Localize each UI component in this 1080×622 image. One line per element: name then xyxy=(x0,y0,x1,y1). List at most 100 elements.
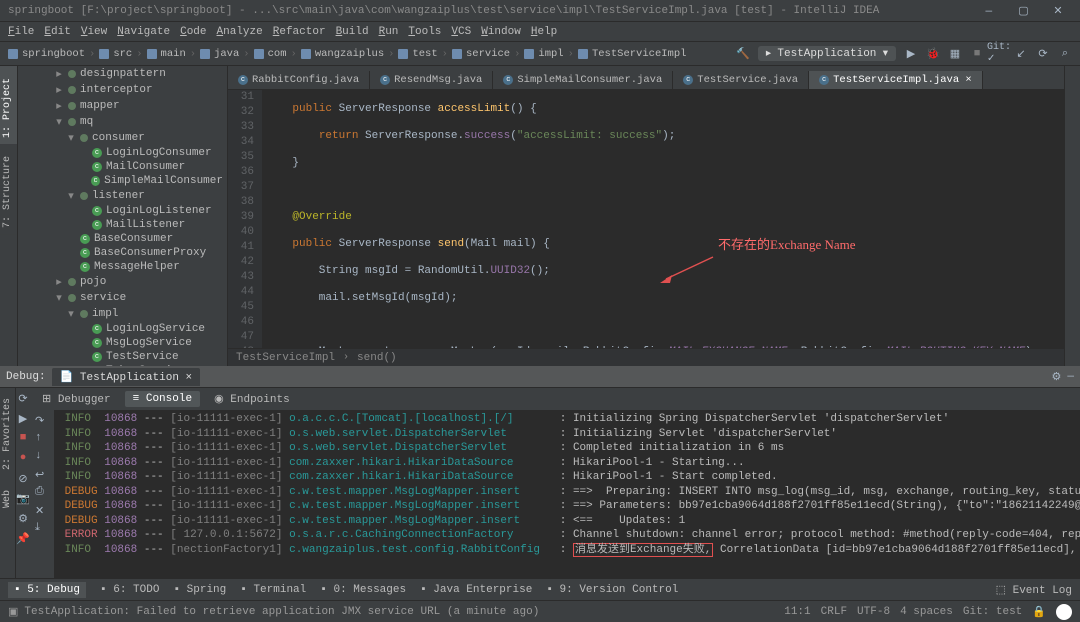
breadcrumb-item[interactable]: wangzaiplus xyxy=(315,48,384,60)
git-label[interactable]: Git: ✓ xyxy=(992,47,1006,61)
editor-breadcrumb[interactable]: TestServiceImpl › send() xyxy=(228,348,1064,366)
debug-session-tab[interactable]: 📄 TestApplication × xyxy=(52,368,201,386)
editor-tab[interactable]: cTestService.java xyxy=(673,71,809,89)
git-history-icon[interactable]: ⟳ xyxy=(1036,47,1050,61)
tree-item-listener[interactable]: ▾listener xyxy=(18,188,227,204)
editor-tab[interactable]: cTestServiceImpl.java × xyxy=(809,71,983,89)
close-icon[interactable]: ✕ xyxy=(1044,4,1072,18)
tree-item-messagehelper[interactable]: cMessageHelper xyxy=(18,260,227,274)
tree-item-loginlogconsumer[interactable]: cLoginLogConsumer xyxy=(18,146,227,160)
breadcrumb-item[interactable]: springboot xyxy=(22,48,85,60)
tree-item-testservice[interactable]: cTestService xyxy=(18,350,227,364)
step-over-icon[interactable]: ↷ xyxy=(35,414,49,428)
tree-item-mapper[interactable]: ▸mapper xyxy=(18,98,227,114)
breadcrumb-item[interactable]: src xyxy=(113,48,132,60)
menu-tools[interactable]: Tools xyxy=(408,26,441,38)
menu-file[interactable]: File xyxy=(8,26,34,38)
tree-item-loginlogservice[interactable]: cLoginLogService xyxy=(18,322,227,336)
menu-run[interactable]: Run xyxy=(379,26,399,38)
maximize-icon[interactable]: ▢ xyxy=(1009,4,1037,18)
breadcrumb-item[interactable]: service xyxy=(466,48,510,60)
tree-item-mq[interactable]: ▾mq xyxy=(18,114,227,130)
breadcrumb-item[interactable]: main xyxy=(161,48,186,60)
debug-icon[interactable]: 🐞 xyxy=(926,47,940,61)
editor-tab[interactable]: cSimpleMailConsumer.java xyxy=(493,71,673,89)
structure-tab[interactable]: 7: Structure xyxy=(0,144,17,234)
breadcrumb-item[interactable]: impl xyxy=(538,48,563,60)
caret-pos[interactable]: 11:1 xyxy=(784,606,810,618)
tree-item-impl[interactable]: ▾impl xyxy=(18,306,227,322)
tree-item-service[interactable]: ▾service xyxy=(18,290,227,306)
breadcrumb-item[interactable]: TestServiceImpl xyxy=(592,48,687,60)
up-icon[interactable]: ↑ xyxy=(35,432,49,446)
menu-navigate[interactable]: Navigate xyxy=(117,26,170,38)
menu-view[interactable]: View xyxy=(81,26,107,38)
menu-window[interactable]: Window xyxy=(481,26,521,38)
menu-help[interactable]: Help xyxy=(531,26,557,38)
stop-icon[interactable]: ■ xyxy=(970,47,984,61)
mute-icon[interactable]: ⊘ xyxy=(16,472,30,486)
settings-icon[interactable]: ⚙ xyxy=(1052,370,1062,384)
console-tab-endpoints[interactable]: ◉ Endpoints xyxy=(206,390,298,408)
stop-icon[interactable]: ■ xyxy=(16,432,30,446)
run-config-selector[interactable]: ▸ TestApplication ▾ xyxy=(758,46,896,61)
minimize-icon[interactable]: — xyxy=(975,6,1003,18)
tree-item-simplemailconsumer[interactable]: cSimpleMailConsumer xyxy=(18,174,227,188)
breadcrumb-item[interactable]: test xyxy=(412,48,437,60)
status-icon[interactable]: ▣ xyxy=(8,605,18,619)
line-sep[interactable]: CRLF xyxy=(821,606,847,618)
build-icon[interactable]: 🔨 xyxy=(736,47,750,61)
log-output[interactable]: INFO 10868 --- [io-11111-exec-1] o.a.c.c… xyxy=(54,410,1080,578)
menu-edit[interactable]: Edit xyxy=(44,26,70,38)
tree-item-baseconsumer[interactable]: cBaseConsumer xyxy=(18,232,227,246)
run-icon[interactable]: ▶ xyxy=(904,47,918,61)
menubar: File Edit View Navigate Code Analyze Refactor B… xyxy=(0,22,1080,42)
menu-code[interactable]: Code xyxy=(180,26,206,38)
indent[interactable]: 4 spaces xyxy=(900,606,953,618)
tree-item-mailconsumer[interactable]: cMailConsumer xyxy=(18,160,227,174)
hide-icon[interactable]: — xyxy=(1067,371,1074,383)
down-icon[interactable]: ↓ xyxy=(35,450,49,464)
settings2-icon[interactable]: ⚙ xyxy=(16,512,30,526)
menu-refactor[interactable]: Refactor xyxy=(273,26,326,38)
tree-item-loginloglistener[interactable]: cLoginLogListener xyxy=(18,204,227,218)
tree-item-interceptor[interactable]: ▸interceptor xyxy=(18,82,227,98)
notify-icon[interactable] xyxy=(1056,604,1072,620)
tree-item-msglogservice[interactable]: cMsgLogService xyxy=(18,336,227,350)
tree-item-consumer[interactable]: ▾consumer xyxy=(18,130,227,146)
menu-vcs[interactable]: VCS xyxy=(451,26,471,38)
wrap-icon[interactable]: ↩ xyxy=(35,468,49,482)
print-icon[interactable]: ⎙ xyxy=(35,486,49,500)
breadcrumb-item[interactable]: java xyxy=(214,48,239,60)
encoding[interactable]: UTF-8 xyxy=(857,606,890,618)
coverage-icon[interactable]: ▦ xyxy=(948,47,962,61)
breakpoints-icon[interactable]: ● xyxy=(16,452,30,466)
editor-tab[interactable]: cResendMsg.java xyxy=(370,71,493,89)
tree-item-maillistener[interactable]: cMailListener xyxy=(18,218,227,232)
search-icon[interactable]: ⌕ xyxy=(1058,47,1072,61)
console-tab-debugger[interactable]: ⊞ Debugger xyxy=(34,390,119,408)
menu-analyze[interactable]: Analyze xyxy=(217,26,263,38)
tree-item-designpattern[interactable]: ▸designpattern xyxy=(18,66,227,82)
project-tree[interactable]: ▸designpattern▸interceptor▸mapper▾mq▾con… xyxy=(18,66,228,366)
project-tab[interactable]: 1: Project xyxy=(0,66,17,144)
pin-icon[interactable]: 📌 xyxy=(16,532,30,546)
breadcrumb-item[interactable]: com xyxy=(268,48,287,60)
git-branch[interactable]: Git: test xyxy=(963,606,1022,618)
console-tab-console[interactable]: ≡ Console xyxy=(125,391,200,407)
dump-icon[interactable]: 📷 xyxy=(16,492,30,506)
tree-item-pojo[interactable]: ▸pojo xyxy=(18,274,227,290)
lock-icon[interactable]: 🔒 xyxy=(1032,605,1046,619)
scroll-icon[interactable]: ⤓ xyxy=(35,522,49,536)
favorites-tab[interactable]: 2: Favorites xyxy=(0,388,15,480)
clear-icon[interactable]: ✕ xyxy=(35,504,49,518)
resume-icon[interactable]: ▶ xyxy=(16,412,30,426)
menu-build[interactable]: Build xyxy=(336,26,369,38)
editor-tab[interactable]: cRabbitConfig.java xyxy=(228,71,370,89)
web-tab[interactable]: Web xyxy=(0,480,15,518)
tree-item-baseconsumerproxy[interactable]: cBaseConsumerProxy xyxy=(18,246,227,260)
rerun-icon[interactable]: ⟳ xyxy=(16,392,30,406)
code-content[interactable]: public ServerResponse accessLimit() { re… xyxy=(262,90,1064,348)
git-update-icon[interactable]: ↙ xyxy=(1014,47,1028,61)
tree-item-tokenservice[interactable]: cTokenService xyxy=(18,364,227,366)
